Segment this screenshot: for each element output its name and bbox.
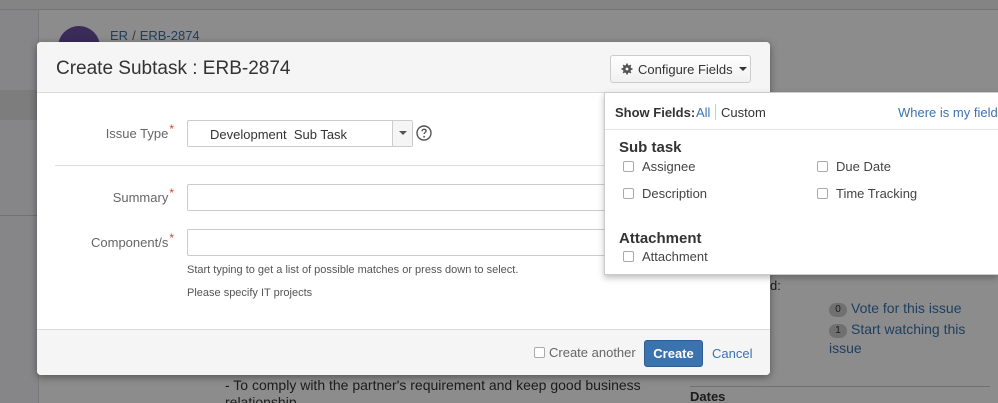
components-label: Component/s* [91,231,174,250]
where-is-my-field-link[interactable]: Where is my field? [898,105,998,120]
popup-toolbar: Show Fields: All Custom Where is my fiel… [605,93,998,130]
components-hint-it-projects: Please specify IT projects [187,287,313,299]
field-toggle-due-date[interactable]: Due Date [817,159,891,174]
help-icon[interactable] [416,125,432,141]
field-label-time-tracking: Time Tracking [836,186,918,201]
toolbar-separator [715,104,716,120]
field-label-assignee: Assignee [642,159,696,174]
checkbox-box[interactable] [817,161,828,172]
issue-type-select[interactable]: Development Sub Task [187,120,413,147]
issue-type-value: Development Sub Task [210,127,348,142]
field-toggle-assignee[interactable]: Assignee [623,159,695,174]
checkbox-box[interactable] [534,347,545,358]
create-another-label: Create another [549,345,636,360]
configure-fields-popup: Show Fields: All Custom Where is my fiel… [604,92,998,275]
components-hint: Start typing to get a list of possible m… [187,264,519,276]
issue-type-dropdown-toggle[interactable] [392,121,412,146]
field-toggle-attachment[interactable]: Attachment [623,249,708,264]
dialog-title: Create Subtask : ERB-2874 [56,58,291,79]
section-title-subtask: Sub task [619,139,682,156]
field-toggle-description[interactable]: Description [623,186,707,201]
field-toggle-time-tracking[interactable]: Time Tracking [817,186,917,201]
show-all-link[interactable]: All [696,105,710,120]
field-label-description: Description [642,186,708,201]
chevron-down-icon [738,67,747,71]
cancel-button[interactable]: Cancel [712,346,752,361]
create-another-checkbox[interactable]: Create another [534,345,636,360]
create-button[interactable]: Create [644,340,703,367]
field-label-due-date: Due Date [836,159,891,174]
gear-icon [621,63,633,75]
show-fields-label: Show Fields: [615,105,696,120]
configure-fields-button[interactable]: Configure Fields [610,55,751,83]
checkbox-box[interactable] [623,188,634,199]
checkbox-box[interactable] [623,161,634,172]
dialog-header: Create Subtask : ERB-2874 Configure Fiel… [37,42,770,93]
field-label-attachment: Attachment [642,249,708,264]
required-marker: * [169,186,174,200]
configure-fields-label: Configure Fields [638,61,733,77]
dialog-footer: Create another Create Cancel [37,329,770,375]
summary-label: Summary* [112,186,174,205]
show-custom-link[interactable]: Custom [721,105,766,120]
section-title-attachment: Attachment [619,230,702,247]
required-marker: * [169,122,174,136]
checkbox-box[interactable] [817,188,828,199]
checkbox-box[interactable] [623,251,634,262]
required-marker: * [169,231,174,245]
issue-type-label: Issue Type* [105,122,174,141]
